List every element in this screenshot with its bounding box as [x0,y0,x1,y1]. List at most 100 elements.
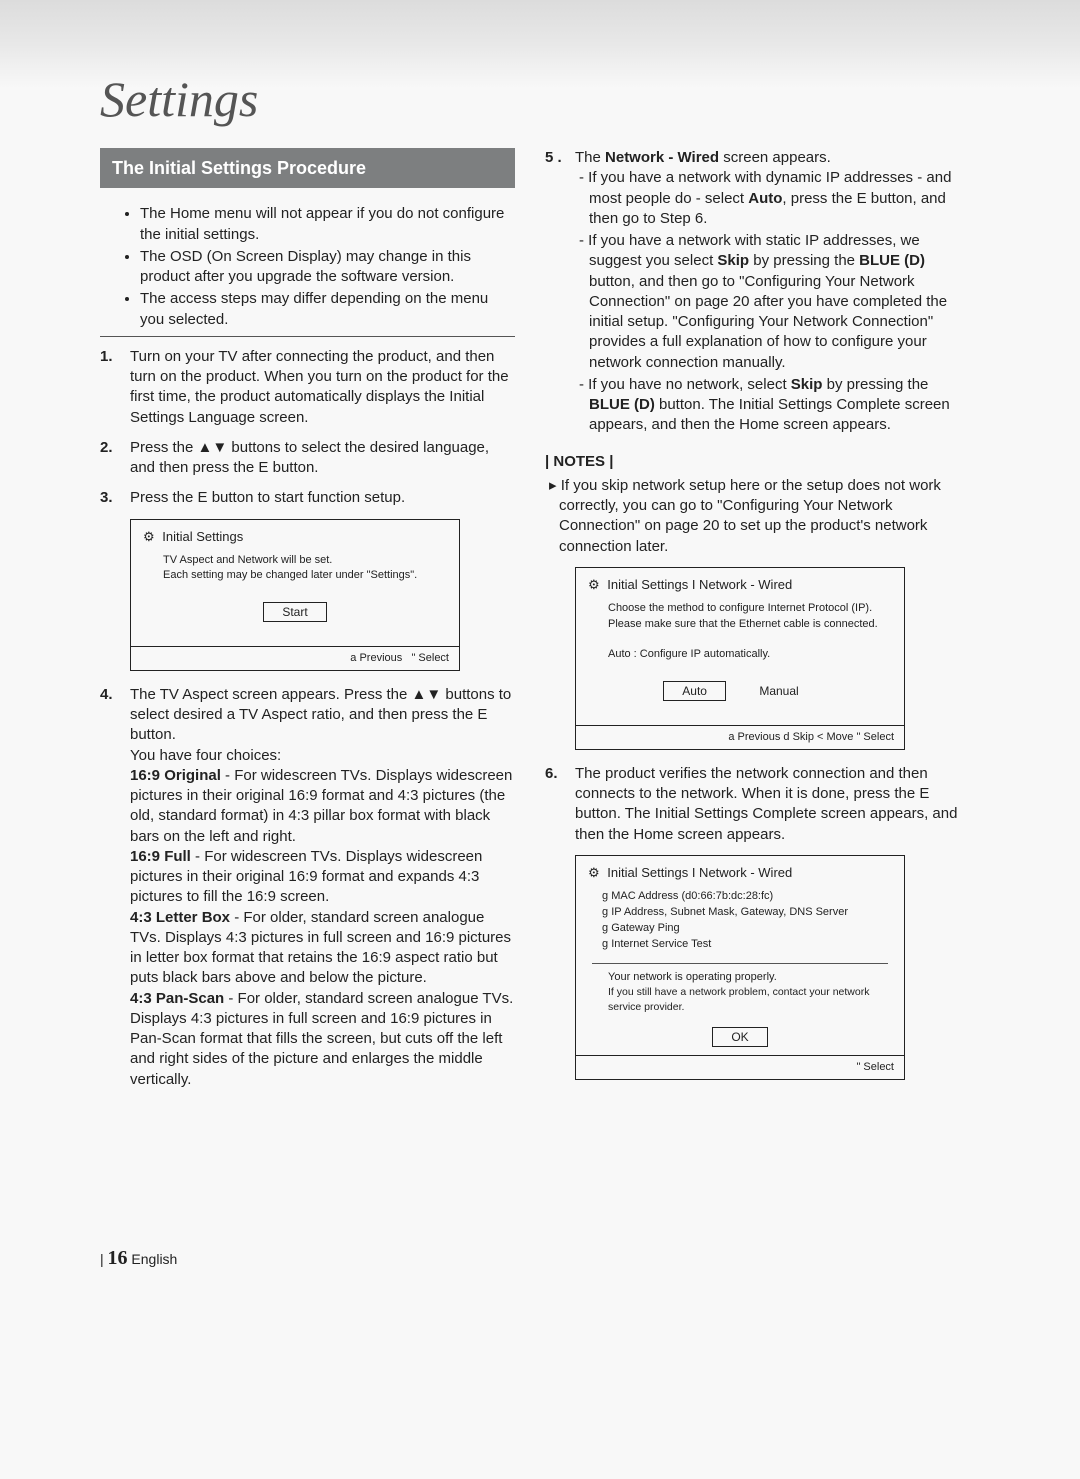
t: If you have no network, select [588,376,791,393]
gear-icon: ⚙ [588,576,600,594]
internet-test-line: Internet Service Test [602,937,888,952]
footer-bar: | [100,1251,104,1267]
screen-body: Your network is operating properly. If y… [576,970,904,1023]
screen-line: Please make sure that the Ethernet cable… [608,617,886,632]
notes-text: If you skip network setup here or the se… [545,476,960,557]
notes-heading: | NOTES | [545,448,960,476]
screen-line: Each setting may be changed later under … [163,568,441,583]
section-heading: The Initial Settings Procedure [100,148,515,188]
step-lead-a: The [575,149,605,166]
dash-item: If you have a network with static IP add… [575,231,960,373]
gateway-ping-line: Gateway Ping [602,921,888,936]
t: button, and then go to "Configuring Your… [589,273,947,371]
screen-line: Auto : Configure IP automatically. [608,647,886,662]
ip-info-line: IP Address, Subnet Mask, Gateway, DNS Se… [602,905,888,920]
step-lead-c: screen appears. [719,149,831,166]
step-text: The product verifies the network connect… [575,764,960,845]
step-choices-label: You have four choices: [130,747,281,764]
screen-header: ⚙ Initial Settings I Network - Wired [576,568,904,598]
skip-keyword: Skip [717,252,749,269]
blue-d-keyword: BLUE (D) [589,396,655,413]
screen-header: ⚙ Initial Settings I Network - Wired [576,856,904,886]
screen-initial-settings: ⚙ Initial Settings TV Aspect and Network… [130,519,460,671]
screen-footer: a Previous d Skip < Move " Select [576,725,904,749]
start-button[interactable]: Start [263,602,326,622]
manual-page: Settings The Initial Settings Procedure … [100,70,960,1100]
screen-line: TV Aspect and Network will be set. [163,553,441,568]
steps-list-left-2: 4. The TV Aspect screen appears. Press t… [100,685,515,1090]
auto-keyword: Auto [748,190,782,207]
screen-body: Choose the method to configure Internet … [576,597,904,671]
screen-header: ⚙ Initial Settings [131,520,459,550]
step-text: Turn on your TV after connecting the pro… [130,347,515,428]
right-column: 5 . The Network - Wired screen appears. … [545,148,960,1100]
step-lead-b: Network - Wired [605,149,719,166]
footer-language: English [131,1251,177,1267]
step-number: 5 . [545,148,575,438]
footer-hint: a Previous [350,652,402,664]
gear-icon: ⚙ [588,864,600,882]
steps-list-right: 5 . The Network - Wired screen appears. … [545,148,960,438]
aspect-169-full: 16:9 Full [130,848,191,865]
page-number: 16 [108,1247,128,1269]
screen-button-row: Start [131,592,459,646]
status-hint: If you still have a network problem, con… [608,985,886,1014]
screen-footer: a Previous " Select [131,646,459,670]
dash-item: If you have a network with dynamic IP ad… [575,168,960,229]
network-test-list: MAC Address (d0:66:7b:dc:28:fc) IP Addre… [592,887,888,954]
page-footer: | 16 English [100,1247,177,1270]
step-text: Press the ▲▼ buttons to select the desir… [130,438,515,479]
bullet-item: The access steps may differ depending on… [140,289,515,330]
step5-dash-list: If you have a network with dynamic IP ad… [575,168,960,435]
dash-item: If you have no network, select Skip by p… [575,375,960,436]
screen-button-row: OK [576,1023,904,1055]
aspect-169-original: 16:9 Original [130,767,221,784]
step-number: 3. [100,488,130,508]
screen-title: Initial Settings I Network - Wired [607,865,792,880]
step-5: 5 . The Network - Wired screen appears. … [545,148,960,438]
step-2: 2. Press the ▲▼ buttons to select the de… [100,438,515,479]
ok-button[interactable]: OK [712,1027,767,1047]
screen-footer: " Select [576,1055,904,1079]
left-column: The Initial Settings Procedure The Home … [100,148,515,1100]
step-body: The TV Aspect screen appears. Press the … [130,685,515,1090]
steps-list-left: 1. Turn on your TV after connecting the … [100,347,515,509]
divider [592,963,888,964]
step-number: 2. [100,438,130,479]
screen-button-row: Auto Manual [576,671,904,725]
screen-network-wired-method: ⚙ Initial Settings I Network - Wired Cho… [575,567,905,750]
divider [100,336,515,337]
step-number: 1. [100,347,130,428]
page-title: Settings [100,70,960,128]
auto-button[interactable]: Auto [663,681,726,701]
steps-list-right-2: 6. The product verifies the network conn… [545,764,960,845]
step-number: 4. [100,685,130,1090]
step-3: 3. Press the E button to start function … [100,488,515,508]
screen-title: Initial Settings [162,529,243,544]
step-6: 6. The product verifies the network conn… [545,764,960,845]
screen-network-wired-status: ⚙ Initial Settings I Network - Wired MAC… [575,855,905,1080]
step-text: Press the E button to start function set… [130,488,515,508]
status-line: Your network is operating properly. [608,970,886,985]
step-4: 4. The TV Aspect screen appears. Press t… [100,685,515,1090]
step-lead: The TV Aspect screen appears. Press the … [130,686,511,744]
skip-keyword: Skip [791,376,823,393]
footer-hint: " Select [411,652,449,664]
step-1: 1. Turn on your TV after connecting the … [100,347,515,428]
screen-line: Choose the method to configure Internet … [608,601,886,616]
bullet-item: The Home menu will not appear if you do … [140,204,515,245]
bullet-item: The OSD (On Screen Display) may change i… [140,247,515,288]
two-column-layout: The Initial Settings Procedure The Home … [100,148,960,1100]
t: by pressing the [749,252,859,269]
step-body: The Network - Wired screen appears. If y… [575,148,960,438]
manual-button[interactable]: Manual [741,682,816,700]
gear-icon: ⚙ [143,528,155,546]
intro-bullets: The Home menu will not appear if you do … [100,204,515,330]
screen-title: Initial Settings I Network - Wired [607,577,792,592]
t: by pressing the [822,376,928,393]
aspect-43-letterbox: 4:3 Letter Box [130,909,230,926]
step-number: 6. [545,764,575,845]
aspect-43-panscan: 4:3 Pan-Scan [130,990,224,1007]
blue-d-keyword: BLUE (D) [859,252,925,269]
screen-body: TV Aspect and Network will be set. Each … [131,549,459,592]
